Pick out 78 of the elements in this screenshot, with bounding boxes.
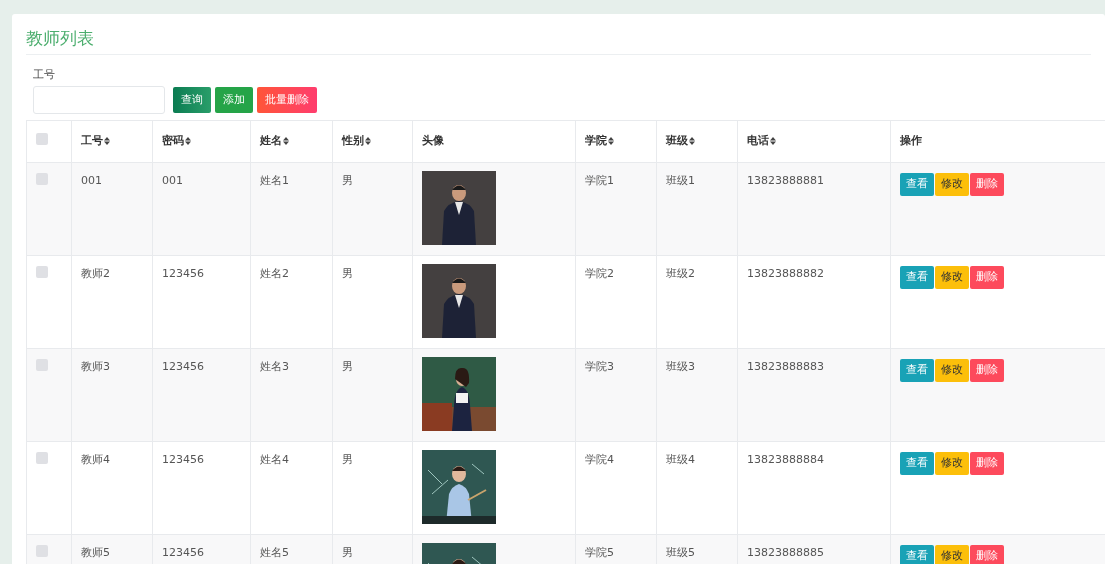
table-cell: 13823888884 xyxy=(747,453,824,467)
table-cell: 123456 xyxy=(162,267,204,281)
table-cell: 教师2 xyxy=(81,267,110,281)
sort-icon[interactable] xyxy=(608,136,614,145)
delete-button[interactable]: 删除 xyxy=(970,452,1004,475)
table-cell: 男 xyxy=(342,267,353,281)
view-button[interactable]: 查看 xyxy=(900,173,934,196)
table-cell: 班级2 xyxy=(666,267,695,281)
table-cell: 123456 xyxy=(162,360,204,374)
view-button[interactable]: 查看 xyxy=(900,266,934,289)
table-cell: 姓名4 xyxy=(260,453,289,467)
table-cell: 班级5 xyxy=(666,546,695,560)
column-header: 操作 xyxy=(900,133,922,147)
sort-icon[interactable] xyxy=(104,136,110,145)
table-cell: 13823888883 xyxy=(747,360,824,374)
table-cell: 学院4 xyxy=(585,453,614,467)
table-cell: 学院1 xyxy=(585,174,614,188)
edit-button[interactable]: 修改 xyxy=(935,173,969,196)
table-cell: 学院2 xyxy=(585,267,614,281)
table-cell: 男 xyxy=(342,360,353,374)
add-button[interactable]: 添加 xyxy=(215,86,253,113)
column-header[interactable]: 工号 xyxy=(81,133,103,147)
sort-icon[interactable] xyxy=(365,136,371,145)
edit-button[interactable]: 修改 xyxy=(935,266,969,289)
column-header[interactable]: 性别 xyxy=(342,133,364,147)
edit-button[interactable]: 修改 xyxy=(935,452,969,475)
table-cell: 教师5 xyxy=(81,546,110,560)
table-cell: 姓名1 xyxy=(260,174,289,188)
checkbox[interactable] xyxy=(36,173,48,186)
checkbox[interactable] xyxy=(36,452,48,465)
checkbox[interactable] xyxy=(36,359,48,372)
column-header[interactable]: 姓名 xyxy=(260,133,282,147)
edit-button[interactable]: 修改 xyxy=(935,545,969,564)
edit-button[interactable]: 修改 xyxy=(935,359,969,382)
table-cell: 123456 xyxy=(162,453,204,467)
view-button[interactable]: 查看 xyxy=(900,359,934,382)
column-header[interactable]: 学院 xyxy=(585,133,607,147)
table-cell: 13823888881 xyxy=(747,174,824,188)
checkbox[interactable] xyxy=(36,266,48,279)
delete-button[interactable]: 删除 xyxy=(970,359,1004,382)
column-header[interactable]: 电话 xyxy=(747,133,769,147)
table-cell: 班级4 xyxy=(666,453,695,467)
table-cell: 男 xyxy=(342,546,353,560)
input-field[interactable] xyxy=(33,85,165,114)
table-cell: 001 xyxy=(162,174,183,188)
column-header[interactable]: 班级 xyxy=(666,133,688,147)
search-button[interactable]: 查询 xyxy=(173,86,211,113)
field-label: 工号 xyxy=(33,68,55,82)
table-cell: 学院5 xyxy=(585,546,614,560)
bulk-delete-button[interactable]: 批量删除 xyxy=(257,86,317,113)
column-header: 头像 xyxy=(422,133,444,147)
table-cell: 姓名2 xyxy=(260,267,289,281)
column-header[interactable]: 密码 xyxy=(162,133,184,147)
sort-icon[interactable] xyxy=(283,136,289,145)
table-cell: 学院3 xyxy=(585,360,614,374)
table-cell: 13823888882 xyxy=(747,267,824,281)
table-cell: 13823888885 xyxy=(747,546,824,560)
table-cell: 姓名3 xyxy=(260,360,289,374)
sort-icon[interactable] xyxy=(689,136,695,145)
sort-icon[interactable] xyxy=(770,136,776,145)
delete-button[interactable]: 删除 xyxy=(970,545,1004,564)
table-cell: 男 xyxy=(342,453,353,467)
view-button[interactable]: 查看 xyxy=(900,545,934,564)
delete-button[interactable]: 删除 xyxy=(970,173,1004,196)
table-cell: 男 xyxy=(342,174,353,188)
checkbox[interactable] xyxy=(36,545,48,558)
table-cell: 教师4 xyxy=(81,453,110,467)
page-title: 教师列表 xyxy=(26,28,94,48)
table-cell: 123456 xyxy=(162,546,204,560)
table-cell: 教师3 xyxy=(81,360,110,374)
view-button[interactable]: 查看 xyxy=(900,452,934,475)
table-cell: 姓名5 xyxy=(260,546,289,560)
sort-icon[interactable] xyxy=(185,136,191,145)
table-cell: 班级1 xyxy=(666,174,695,188)
checkbox[interactable] xyxy=(36,132,48,145)
table-cell: 001 xyxy=(81,174,102,188)
delete-button[interactable]: 删除 xyxy=(970,266,1004,289)
table-cell: 班级3 xyxy=(666,360,695,374)
